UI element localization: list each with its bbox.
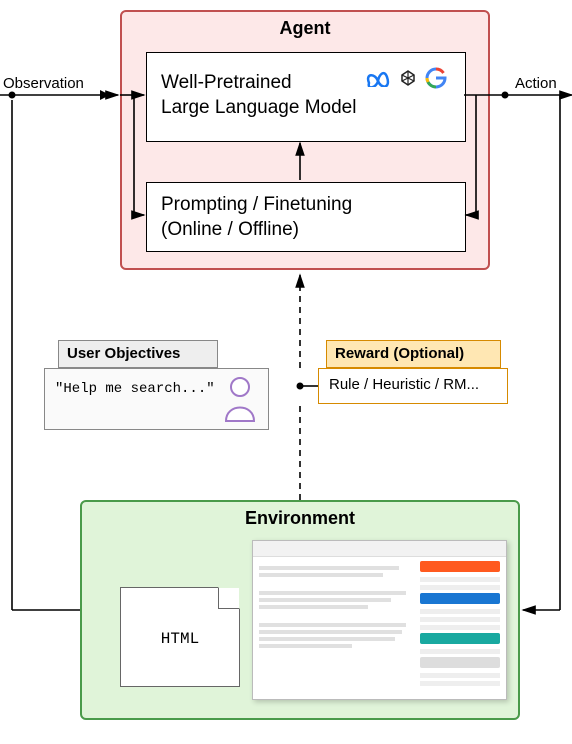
prompting-box: Prompting / Finetuning (Online / Offline… xyxy=(146,182,466,252)
environment-container: Environment HTML xyxy=(80,500,520,720)
meta-logo-icon xyxy=(365,69,391,87)
browser-sidebar-right xyxy=(420,561,500,689)
agent-title: Agent xyxy=(122,18,488,39)
html-document-icon: HTML xyxy=(120,587,240,687)
user-objectives-title: User Objectives xyxy=(58,340,218,368)
observation-label: Observation xyxy=(3,75,84,92)
html-doc-label: HTML xyxy=(121,630,239,648)
google-logo-icon xyxy=(425,67,447,89)
prompt-line2: (Online / Offline) xyxy=(161,219,299,240)
company-logos xyxy=(365,67,447,89)
user-objectives-example: "Help me search..." xyxy=(55,381,215,397)
reward-body: Rule / Heuristic / RM... xyxy=(318,368,508,404)
llm-text: Well-Pretrained Large Language Model xyxy=(161,71,356,120)
prompting-text: Prompting / Finetuning (Online / Offline… xyxy=(161,193,352,242)
browser-mockup xyxy=(252,540,507,700)
environment-title: Environment xyxy=(82,508,518,529)
user-icon xyxy=(220,375,260,423)
agent-container: Agent Well-Pretrained Large Language Mod… xyxy=(120,10,490,270)
prompt-line1: Prompting / Finetuning xyxy=(161,194,352,215)
action-label: Action xyxy=(515,75,557,92)
browser-tabbar xyxy=(253,541,506,557)
openai-logo-icon xyxy=(397,67,419,89)
browser-content-left xyxy=(259,563,414,651)
llm-line1: Well-Pretrained xyxy=(161,72,292,93)
mock-button-blue xyxy=(420,593,500,604)
reward-title: Reward (Optional) xyxy=(326,340,501,368)
mock-button-teal xyxy=(420,633,500,644)
mock-button-orange xyxy=(420,561,500,572)
mock-button-grey xyxy=(420,657,500,668)
llm-line2: Large Language Model xyxy=(161,97,356,118)
llm-box: Well-Pretrained Large Language Model xyxy=(146,52,466,142)
